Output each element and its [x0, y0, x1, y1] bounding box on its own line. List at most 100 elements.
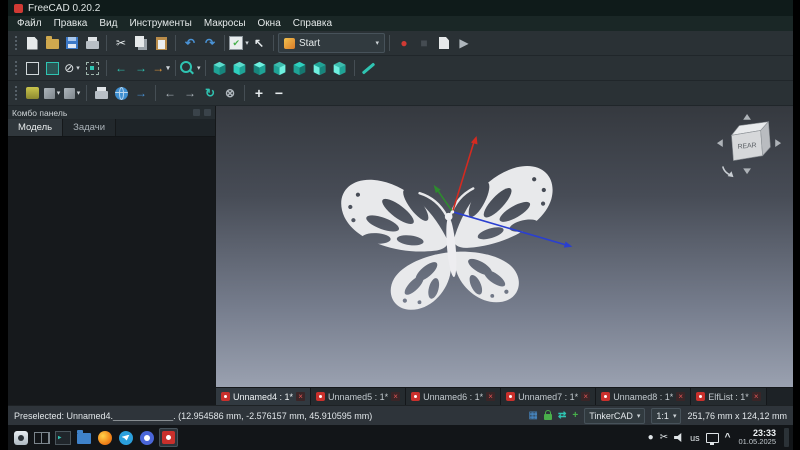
- close-tab-icon[interactable]: ×: [296, 392, 306, 401]
- view-top-button[interactable]: [250, 58, 270, 78]
- macro-dialog-button[interactable]: [434, 33, 454, 53]
- cut-button[interactable]: ✂: [111, 33, 131, 53]
- virtual-desktop-pager[interactable]: [33, 429, 50, 446]
- display-tray-icon[interactable]: [705, 432, 719, 445]
- view-bottom-button[interactable]: [310, 58, 330, 78]
- toolbar-grip[interactable]: [14, 60, 19, 76]
- view-rear-button[interactable]: [290, 58, 310, 78]
- toolbar-grip[interactable]: [14, 85, 19, 101]
- zoom-out-button[interactable]: −: [269, 83, 289, 103]
- paste-button[interactable]: [151, 33, 171, 53]
- save-button[interactable]: [62, 33, 82, 53]
- browser-back-button[interactable]: ←: [160, 83, 180, 103]
- keyboard-layout-indicator[interactable]: us: [690, 433, 700, 443]
- undo-button[interactable]: ↶: [180, 33, 200, 53]
- volume-icon[interactable]: [674, 433, 682, 442]
- browser-forward-button[interactable]: →: [180, 83, 200, 103]
- navigation-cube[interactable]: REAR: [715, 112, 783, 180]
- tray-expander-chevron[interactable]: ^: [725, 432, 731, 443]
- close-tab-icon[interactable]: ×: [486, 392, 496, 401]
- close-tab-icon[interactable]: ×: [676, 392, 686, 401]
- tab-tasks[interactable]: Задачи: [63, 119, 117, 136]
- open-document-button[interactable]: [42, 33, 62, 53]
- draw-style-button[interactable]: ⊘ ▾: [62, 58, 82, 78]
- view-left-button[interactable]: [330, 58, 350, 78]
- doc-tab[interactable]: Unnamed6 : 1* ×: [406, 388, 502, 405]
- browser-refresh-button[interactable]: ↻: [200, 83, 220, 103]
- open-website-button[interactable]: [111, 83, 131, 103]
- navcube-down-arrow[interactable]: [743, 168, 751, 175]
- print-button[interactable]: [82, 33, 102, 53]
- doc-tab[interactable]: Unnamed4 : 1* ×: [216, 388, 312, 405]
- dock-overlay-dropdown[interactable]: ▾: [42, 83, 62, 103]
- view-front-button[interactable]: [230, 58, 250, 78]
- box-selection-button[interactable]: [82, 58, 102, 78]
- refresh-document-button[interactable]: ✔ ▾: [229, 33, 249, 53]
- print-preview-button[interactable]: [91, 83, 111, 103]
- macro-play-button[interactable]: ▶: [454, 33, 474, 53]
- view-previous-button[interactable]: ←: [111, 58, 131, 78]
- doc-tab[interactable]: Unnamed8 : 1* ×: [596, 388, 692, 405]
- scale-selector[interactable]: 1:1 ▾: [651, 407, 682, 424]
- title-bar[interactable]: FreeCAD 0.20.2: [8, 0, 793, 16]
- workbench-selector[interactable]: Start ▾: [278, 33, 385, 53]
- view-right-button[interactable]: [270, 58, 290, 78]
- combo-panel-titlebar[interactable]: Комбо панель: [8, 106, 215, 119]
- taskbar-files-button[interactable]: [75, 429, 92, 446]
- menu-file[interactable]: Файл: [11, 16, 48, 31]
- edit-mode-button[interactable]: [22, 83, 42, 103]
- model-tree[interactable]: [8, 137, 215, 405]
- lock-toggle-button[interactable]: [543, 410, 552, 420]
- taskbar-firefox-button[interactable]: [96, 429, 113, 446]
- new-document-button[interactable]: [22, 33, 42, 53]
- standard-views-button[interactable]: → ▾: [151, 58, 171, 78]
- view-axonometric-button[interactable]: [210, 58, 230, 78]
- doc-tab[interactable]: Unnamed7 : 1* ×: [501, 388, 597, 405]
- grid-toggle-button[interactable]: ▦: [529, 410, 538, 421]
- menu-help[interactable]: Справка: [287, 16, 338, 31]
- macro-record-button[interactable]: ●: [394, 33, 414, 53]
- redo-button[interactable]: ↷: [200, 33, 220, 53]
- sync-view-button[interactable]: ⇄: [558, 410, 566, 421]
- close-tab-icon[interactable]: ×: [391, 392, 401, 401]
- zoom-in-button[interactable]: +: [249, 83, 269, 103]
- close-tab-icon[interactable]: ×: [751, 392, 761, 401]
- menu-windows[interactable]: Окна: [252, 16, 287, 31]
- navigation-style-selector[interactable]: TinkerCAD ▾: [584, 407, 646, 424]
- clock-widget[interactable]: 23:33 01.05.2025: [738, 428, 776, 447]
- doc-tab[interactable]: ElfList : 1* ×: [691, 388, 767, 405]
- 3d-viewport[interactable]: REAR: [216, 106, 793, 387]
- measure-button[interactable]: [359, 58, 379, 78]
- axis-dragger[interactable]: [216, 106, 793, 387]
- select-button[interactable]: ↖: [249, 33, 269, 53]
- browser-stop-button[interactable]: ⊗: [220, 83, 240, 103]
- doc-tab[interactable]: Unnamed5 : 1* ×: [311, 388, 407, 405]
- navcube-left-arrow[interactable]: [716, 139, 723, 147]
- copy-button[interactable]: [131, 33, 151, 53]
- show-desktop-button[interactable]: [784, 428, 789, 447]
- panel-close-button[interactable]: [204, 109, 211, 116]
- taskbar-chat-button[interactable]: [138, 429, 155, 446]
- screen-record-tray-icon[interactable]: ●: [648, 432, 654, 443]
- taskbar-telegram-button[interactable]: [117, 429, 134, 446]
- go-to-page-button[interactable]: →: [131, 83, 151, 103]
- navcube-right-arrow[interactable]: [775, 139, 782, 147]
- toolbar-grip[interactable]: [14, 35, 19, 51]
- menu-macros[interactable]: Макросы: [198, 16, 252, 31]
- panel-float-button[interactable]: [193, 109, 200, 116]
- macro-stop-button[interactable]: ■: [414, 33, 434, 53]
- clipping-dropdown[interactable]: ▾: [62, 83, 82, 103]
- fit-all-button[interactable]: [22, 58, 42, 78]
- taskbar-console-button[interactable]: [54, 429, 71, 446]
- tab-model[interactable]: Модель: [8, 119, 64, 136]
- app-launcher-button[interactable]: [12, 429, 29, 446]
- add-view-button[interactable]: +: [572, 410, 578, 421]
- menu-tools[interactable]: Инструменты: [123, 16, 197, 31]
- close-tab-icon[interactable]: ×: [581, 392, 591, 401]
- zoom-tools-button[interactable]: ▾: [180, 58, 201, 78]
- taskbar-freecad-button[interactable]: [159, 428, 178, 447]
- menu-view[interactable]: Вид: [93, 16, 123, 31]
- menu-edit[interactable]: Правка: [48, 16, 94, 31]
- clipboard-tray-icon[interactable]: ✂: [660, 432, 668, 443]
- navcube-up-arrow[interactable]: [743, 113, 751, 120]
